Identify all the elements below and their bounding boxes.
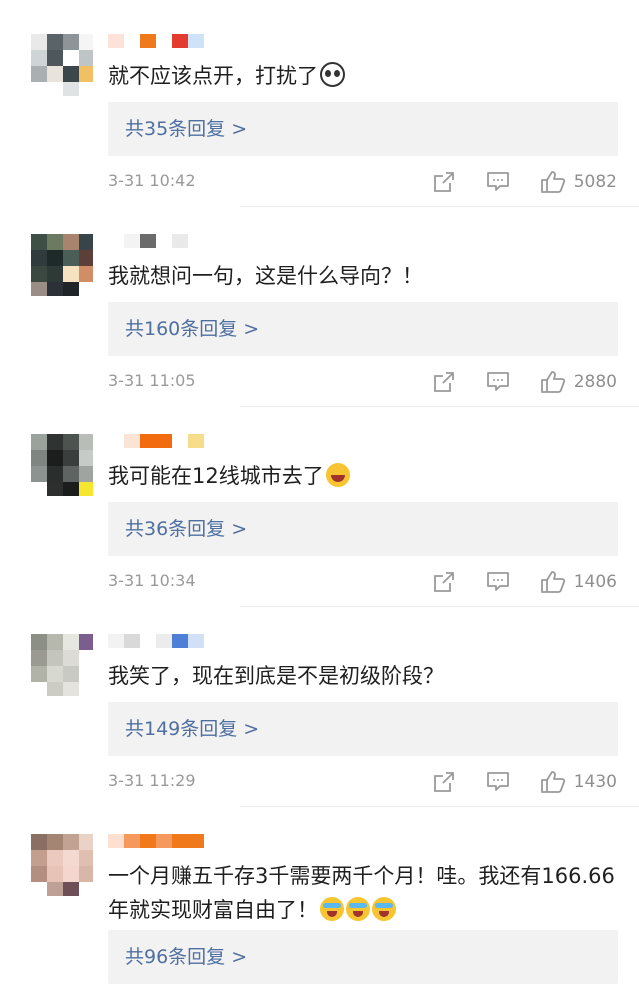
view-replies-button[interactable]: 共35条回复 > [108, 102, 618, 156]
cry-emoji [320, 897, 344, 921]
avatar[interactable] [31, 234, 93, 296]
comment-text-content: 就不应该点开，打扰了 [108, 64, 318, 88]
share-icon[interactable] [432, 371, 456, 393]
view-replies-button[interactable]: 共96条回复 > [108, 930, 618, 984]
comment-text-content: 我可能在12线城市去了 [108, 464, 324, 488]
comment-text: 我可能在12线城市去了 [108, 459, 618, 493]
like-icon[interactable] [540, 570, 566, 594]
comment-actions: 1430 [432, 769, 617, 795]
divider [240, 806, 639, 807]
comment-item: 我笑了，现在到底是不是初级阶段？ 共149条回复 > 3-31 11:29 1430 [0, 604, 639, 804]
divider [240, 206, 639, 207]
comment-meta: 3-31 10:42 5082 [108, 169, 617, 195]
divider [240, 606, 639, 607]
comment-text-content: 我笑了，现在到底是不是初级阶段？ [108, 664, 444, 688]
comment-text: 就不应该点开，打扰了 [108, 59, 618, 93]
like-count[interactable]: 5082 [574, 172, 617, 192]
comment-text: 我就想问一句，这是什么导向？！ [108, 259, 618, 293]
comment-item: 就不应该点开，打扰了共35条回复 > 3-31 10:42 5082 [0, 4, 639, 204]
comment-actions: 5082 [432, 169, 617, 195]
laugh-emoji [325, 463, 350, 487]
avatar[interactable] [31, 34, 93, 96]
comment-meta: 3-31 10:34 1406 [108, 569, 617, 595]
avatar[interactable] [31, 434, 93, 496]
comment-icon[interactable] [486, 371, 510, 393]
like-icon[interactable] [540, 370, 566, 394]
avatar[interactable] [31, 834, 93, 896]
comment-icon[interactable] [486, 171, 510, 193]
panda-emoji [320, 62, 345, 87]
timestamp: 3-31 11:29 [108, 771, 196, 790]
cry-emoji [346, 897, 370, 921]
timestamp: 3-31 10:42 [108, 171, 196, 190]
share-icon[interactable] [432, 171, 456, 193]
view-replies-button[interactable]: 共149条回复 > [108, 702, 618, 756]
comment-actions: 2880 [432, 369, 617, 395]
comment-text: 我笑了，现在到底是不是初级阶段？ [108, 659, 618, 693]
cry-emoji [372, 897, 396, 921]
comment-text: 一个月赚五千存3千需要两千个月！哇。我还有166.66年就实现财富自由了！ [108, 859, 618, 927]
comment-text-content: 我就想问一句，这是什么导向？！ [108, 264, 423, 288]
share-icon[interactable] [432, 571, 456, 593]
comment-meta: 3-31 11:29 1430 [108, 769, 617, 795]
like-count[interactable]: 1406 [574, 572, 617, 592]
timestamp: 3-31 10:34 [108, 571, 196, 590]
avatar[interactable] [31, 634, 93, 696]
divider [240, 406, 639, 407]
comment-item: 一个月赚五千存3千需要两千个月！哇。我还有166.66年就实现财富自由了！ 共96… [0, 804, 639, 1004]
comment-icon[interactable] [486, 571, 510, 593]
comment-item: 我可能在12线城市去了共36条回复 > 3-31 10:34 1406 [0, 404, 639, 604]
like-icon[interactable] [540, 170, 566, 194]
comment-item: 我就想问一句，这是什么导向？！ 共160条回复 > 3-31 11:05 2880 [0, 204, 639, 404]
comment-actions: 1406 [432, 569, 617, 595]
comment-icon[interactable] [486, 771, 510, 793]
view-replies-button[interactable]: 共36条回复 > [108, 502, 618, 556]
timestamp: 3-31 11:05 [108, 371, 196, 390]
comment-meta: 3-31 11:05 2880 [108, 369, 617, 395]
share-icon[interactable] [432, 771, 456, 793]
like-count[interactable]: 1430 [574, 772, 617, 792]
like-count[interactable]: 2880 [574, 372, 617, 392]
view-replies-button[interactable]: 共160条回复 > [108, 302, 618, 356]
like-icon[interactable] [540, 770, 566, 794]
